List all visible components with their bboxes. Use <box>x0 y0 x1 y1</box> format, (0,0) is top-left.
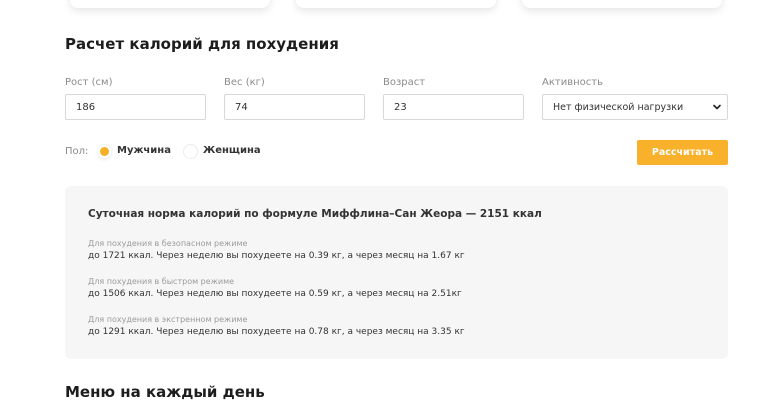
radio-female-label[interactable]: Женщина <box>203 145 261 156</box>
weight-input[interactable] <box>224 94 365 120</box>
mode-text-safe: до 1721 ккал. Через неделю вы похудеете … <box>88 251 465 261</box>
activity-selected-value: Нет физической нагрузки <box>553 102 684 113</box>
activity-select[interactable]: Нет физической нагрузки <box>542 94 728 120</box>
previous-section-cards <box>0 0 768 14</box>
previous-card <box>70 0 270 8</box>
result-panel: Суточная норма калорий по формуле Миффли… <box>65 186 728 359</box>
mode-caption-safe: Для похудения в безопасном режиме <box>88 239 248 248</box>
mode-caption-extreme: Для похудения в экстренном режиме <box>88 315 248 324</box>
age-input[interactable] <box>383 94 524 120</box>
radio-male-label[interactable]: Мужчина <box>117 145 171 156</box>
weight-label: Вес (кг) <box>224 77 265 88</box>
previous-card <box>522 0 722 8</box>
mode-text-extreme: до 1291 ккал. Через неделю вы похудеете … <box>88 327 465 337</box>
mode-text-fast: до 1506 ккал. Через неделю вы похудеете … <box>88 289 462 299</box>
age-label: Возраст <box>383 77 426 88</box>
height-label: Рост (см) <box>65 77 113 88</box>
chevron-down-icon <box>713 104 721 110</box>
calculate-button[interactable]: Рассчитать <box>637 140 728 165</box>
menu-title: Меню на каждый день <box>65 383 265 401</box>
activity-label: Активность <box>542 77 603 88</box>
height-input[interactable] <box>65 94 206 120</box>
result-title: Суточная норма калорий по формуле Миффли… <box>88 208 542 220</box>
radio-female[interactable] <box>183 144 198 159</box>
calculator-title: Расчет калорий для похудения <box>65 35 339 53</box>
mode-caption-fast: Для похудения в быстром режиме <box>88 277 235 286</box>
gender-label: Пол: <box>65 146 89 157</box>
previous-card <box>296 0 496 8</box>
radio-male[interactable] <box>97 144 112 159</box>
